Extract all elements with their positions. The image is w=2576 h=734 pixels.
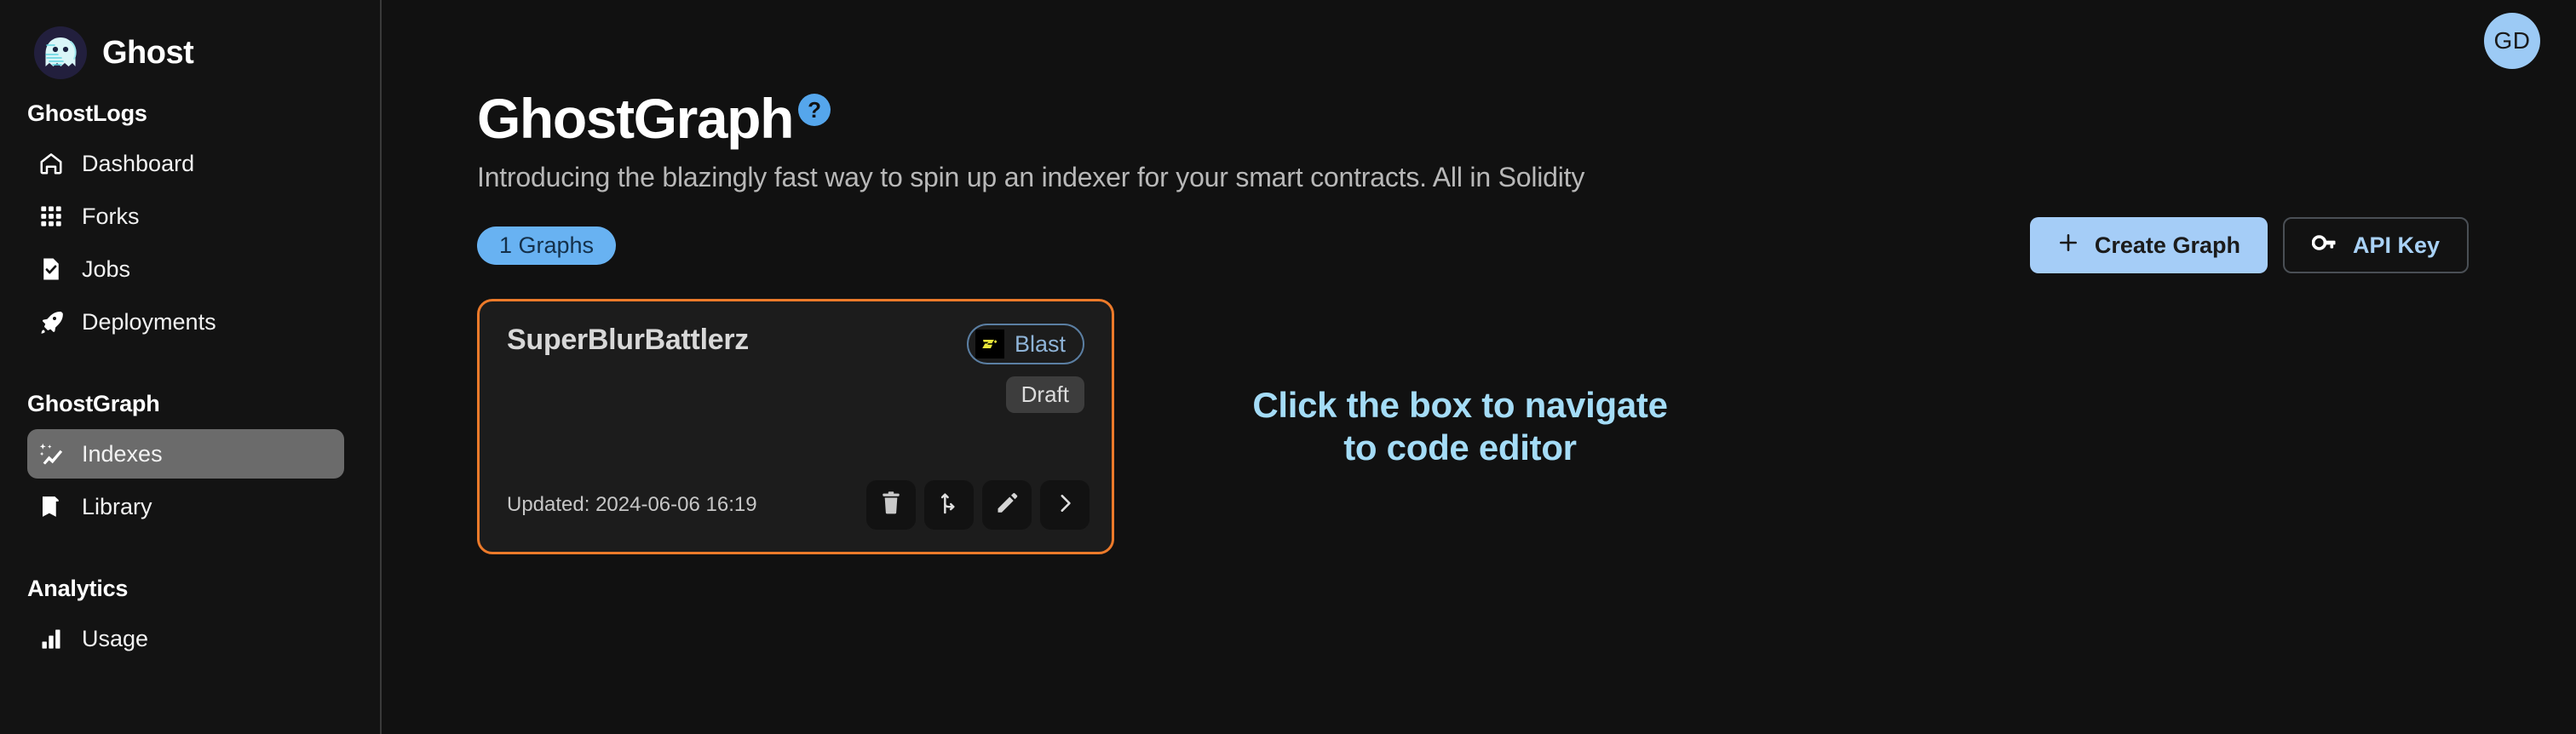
create-graph-label: Create Graph bbox=[2094, 232, 2240, 258]
home-icon bbox=[37, 150, 65, 177]
chain-name: Blast bbox=[1014, 330, 1066, 357]
edit-button[interactable] bbox=[982, 480, 1032, 530]
page-subtitle: Introducing the blazingly fast way to sp… bbox=[477, 162, 1585, 192]
graph-card-title: SuperBlurBattlerz bbox=[507, 324, 749, 356]
sidebar: Ghost GhostLogs Dashboard Forks Jobs Dep… bbox=[0, 0, 382, 734]
plus-icon bbox=[2057, 232, 2079, 260]
api-key-label: API Key bbox=[2352, 232, 2440, 258]
brand-header[interactable]: Ghost bbox=[0, 0, 380, 82]
nav-section-ghostlogs: GhostLogs Dashboard Forks Jobs Deploymen… bbox=[0, 100, 380, 347]
avatar[interactable]: GD bbox=[2484, 13, 2540, 69]
topbar: GD bbox=[382, 0, 2576, 82]
page-title: GhostGraph bbox=[477, 87, 794, 150]
sidebar-item-label: Indexes bbox=[82, 440, 163, 467]
graphs-count-badge: 1 Graphs bbox=[477, 226, 617, 265]
app-root: Ghost GhostLogs Dashboard Forks Jobs Dep… bbox=[0, 0, 2576, 734]
sidebar-item-label: Deployments bbox=[82, 308, 216, 335]
delete-button[interactable] bbox=[866, 480, 916, 530]
graph-card-footer: Updated: 2024-06-06 16:19 bbox=[507, 480, 1090, 530]
grid-icon bbox=[37, 203, 65, 230]
nav-section-analytics: Analytics Usage bbox=[0, 576, 380, 663]
api-key-button[interactable]: API Key bbox=[2282, 217, 2469, 273]
main-content: GD GhostGraph ? Introducing the blazingl… bbox=[382, 0, 2576, 734]
sidebar-item-library[interactable]: Library bbox=[27, 482, 344, 531]
page-content: GhostGraph ? Introducing the blazingly f… bbox=[382, 82, 2576, 554]
chevron-right-icon bbox=[1054, 492, 1076, 519]
bar-chart-icon bbox=[37, 625, 65, 652]
annotation-line-1: Click the box to navigate bbox=[1252, 385, 1668, 426]
toolbar: 1 Graphs Create Graph API Key bbox=[477, 217, 2576, 273]
key-icon bbox=[2311, 232, 2337, 260]
graph-card-actions bbox=[866, 480, 1090, 530]
brand-name: Ghost bbox=[102, 34, 194, 71]
file-check-icon bbox=[37, 255, 65, 283]
fork-button[interactable] bbox=[924, 480, 974, 530]
sidebar-item-forks[interactable]: Forks bbox=[27, 192, 344, 241]
sidebar-item-indexes[interactable]: Indexes bbox=[27, 429, 344, 479]
open-button[interactable] bbox=[1040, 480, 1090, 530]
nav-section-ghostgraph: GhostGraph Indexes Library bbox=[0, 391, 380, 531]
help-icon[interactable]: ? bbox=[798, 94, 831, 126]
branch-icon bbox=[937, 491, 961, 519]
sidebar-item-deployments[interactable]: Deployments bbox=[27, 297, 344, 347]
sparkle-chart-icon bbox=[37, 440, 65, 467]
bookmark-icon bbox=[37, 493, 65, 520]
sidebar-item-label: Usage bbox=[82, 625, 149, 651]
card-area: SuperBlurBattlerz Blast Draft Updated: 2… bbox=[477, 299, 2576, 554]
ghost-logo-icon bbox=[34, 26, 87, 79]
blast-logo-icon bbox=[975, 330, 1004, 358]
graph-card[interactable]: SuperBlurBattlerz Blast Draft Updated: 2… bbox=[477, 299, 1114, 554]
sidebar-item-label: Library bbox=[82, 493, 152, 519]
status-badge: Draft bbox=[1005, 376, 1084, 413]
sidebar-item-label: Forks bbox=[82, 203, 140, 229]
status-row: Draft bbox=[507, 376, 1084, 413]
graph-card-header: SuperBlurBattlerz Blast bbox=[507, 324, 1084, 364]
create-graph-button[interactable]: Create Graph bbox=[2029, 217, 2268, 273]
pencil-icon bbox=[995, 491, 1019, 519]
nav-heading-ghostgraph: GhostGraph bbox=[27, 391, 160, 416]
chain-badge: Blast bbox=[966, 324, 1084, 364]
sidebar-item-dashboard[interactable]: Dashboard bbox=[27, 139, 344, 188]
page-title-row: GhostGraph ? bbox=[477, 90, 2576, 146]
toolbar-buttons: Create Graph API Key bbox=[2029, 217, 2469, 273]
sidebar-item-label: Dashboard bbox=[82, 150, 195, 176]
nav-heading-ghostlogs: GhostLogs bbox=[27, 100, 147, 126]
updated-timestamp: Updated: 2024-06-06 16:19 bbox=[507, 493, 757, 516]
sidebar-item-label: Jobs bbox=[82, 255, 131, 282]
nav-heading-analytics: Analytics bbox=[27, 576, 129, 601]
annotation-callout: Click the box to navigate to code editor bbox=[1196, 384, 1724, 468]
annotation-line-2: to code editor bbox=[1343, 427, 1577, 467]
sidebar-item-usage[interactable]: Usage bbox=[27, 614, 344, 663]
sidebar-item-jobs[interactable]: Jobs bbox=[27, 244, 344, 294]
trash-icon bbox=[880, 490, 902, 519]
rocket-icon bbox=[37, 308, 65, 335]
